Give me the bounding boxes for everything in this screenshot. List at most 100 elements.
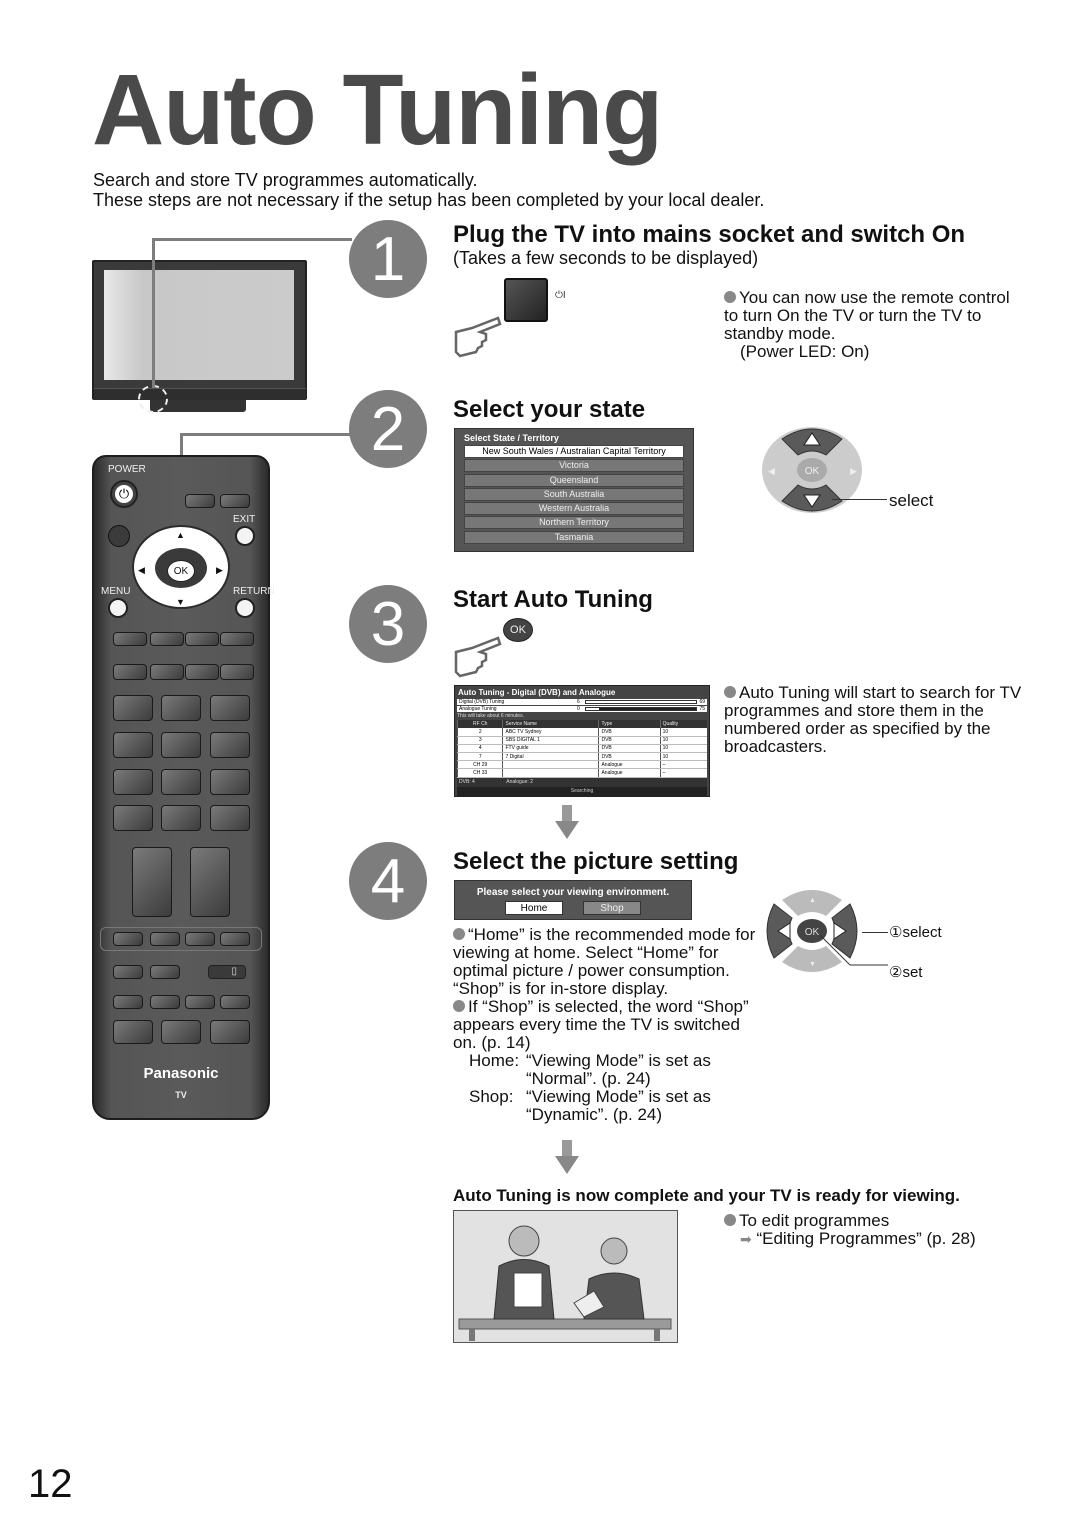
step-3-badge: 3 [349, 585, 427, 663]
analogue-count: Analogue: 2 [506, 778, 533, 785]
channel-cell [502, 768, 599, 778]
power-button[interactable]: ⏻ [110, 480, 138, 508]
dpad-ok-label: OK [805, 466, 820, 477]
remote-button[interactable] [161, 695, 201, 721]
shop-option[interactable]: Shop [583, 901, 641, 915]
remote-button[interactable] [113, 732, 153, 758]
remote-button[interactable] [185, 932, 215, 946]
intro-line-2: These steps are not necessary if the set… [93, 190, 765, 210]
remote-button[interactable] [113, 965, 143, 979]
remote-button[interactable] [150, 664, 184, 680]
dpad-down-arrow-icon[interactable]: ▼ [176, 597, 185, 607]
input-toggle-button[interactable]: ▯ [208, 965, 246, 979]
remote-button[interactable] [210, 805, 250, 831]
power-symbol-label: ⏻I [555, 290, 566, 301]
remote-button[interactable] [132, 847, 172, 917]
remote-button[interactable] [113, 695, 153, 721]
pointing-hand-icon [454, 316, 502, 358]
remote-round-button[interactable] [108, 525, 130, 547]
state-option[interactable]: Victoria [464, 459, 684, 473]
remote-button[interactable] [220, 995, 250, 1009]
remote-button[interactable] [150, 995, 180, 1009]
channel-cell: – [659, 768, 707, 778]
down-arrow-icon [555, 805, 579, 839]
ok-button[interactable]: OK [503, 618, 533, 642]
channel-row: CH 33 Analogue – [456, 768, 707, 778]
dpad-left-arrow-icon[interactable]: ◀ [138, 565, 145, 576]
exit-button[interactable] [235, 526, 255, 546]
digital-start: 6 [577, 699, 580, 705]
remote-button[interactable] [161, 805, 201, 831]
remote-button[interactable] [150, 965, 180, 979]
arrow-right-icon: ➡ [740, 1231, 752, 1247]
remote-button[interactable] [161, 1020, 201, 1044]
final-note-text: To edit programmes [739, 1211, 890, 1230]
menu-button[interactable] [108, 598, 128, 618]
power-icon: ⏻ [115, 485, 133, 503]
remote-button[interactable] [113, 632, 147, 646]
editing-programmes-link[interactable]: “Editing Programmes” (p. 28) [756, 1229, 975, 1248]
leader-line-step1 [152, 238, 352, 241]
channel-cell: 3 [456, 736, 503, 745]
remote-button[interactable] [113, 769, 153, 795]
remote-button[interactable] [210, 769, 250, 795]
remote-button[interactable] [113, 995, 143, 1009]
remote-button[interactable] [161, 732, 201, 758]
remote-button[interactable] [185, 995, 215, 1009]
tv-screen [104, 270, 294, 380]
channel-row: 2 ABC TV Sydney DVB 10 [456, 728, 707, 737]
remote-button[interactable] [210, 732, 250, 758]
remote-ok-button[interactable]: OK [167, 560, 195, 582]
bullet-icon [724, 1214, 736, 1226]
remote-button[interactable] [220, 664, 254, 680]
remote-button[interactable] [185, 494, 215, 508]
remote-button[interactable] [220, 494, 250, 508]
return-button[interactable] [235, 598, 255, 618]
column-header: Service Name [502, 720, 599, 728]
leader-line-step2 [180, 433, 352, 436]
viewing-environment-panel: Please select your viewing environment. … [454, 880, 692, 920]
dpad-diagram-step2: OK ◀ ▶ [762, 427, 862, 513]
state-panel-title: Select State / Territory [464, 433, 559, 443]
power-label: POWER [108, 464, 146, 475]
state-option[interactable]: Northern Territory [464, 516, 684, 530]
digital-end: 69 [699, 699, 705, 705]
completion-heading: Auto Tuning is now complete and your TV … [453, 1186, 960, 1205]
state-option[interactable]: Western Australia [464, 502, 684, 516]
tv-bezel-bottom [94, 388, 306, 400]
remote-button[interactable] [150, 932, 180, 946]
remote-button[interactable] [220, 932, 250, 946]
remote-button[interactable] [113, 932, 143, 946]
remote-button[interactable] [150, 632, 184, 646]
remote-button[interactable] [161, 769, 201, 795]
state-option[interactable]: New South Wales / Australian Capital Ter… [464, 445, 684, 458]
home-option[interactable]: Home [505, 901, 563, 915]
remote-button[interactable] [113, 1020, 153, 1044]
set-callout: ②set [889, 964, 923, 981]
remote-button[interactable] [210, 695, 250, 721]
dpad-up-arrow-icon[interactable]: ▲ [176, 530, 185, 540]
select-callout: ①select [889, 924, 942, 941]
remote-button[interactable] [190, 847, 230, 917]
remote-button[interactable] [113, 664, 147, 680]
state-option[interactable]: Tasmania [464, 530, 684, 544]
step-2-heading: Select your state [453, 396, 646, 423]
channel-cell: Analogue [598, 760, 661, 770]
channel-row: CH 29 Analogue – [456, 760, 707, 770]
channel-cell: DVB [598, 728, 661, 737]
remote-button[interactable] [220, 632, 254, 646]
remote-button[interactable] [185, 664, 219, 680]
remote-button[interactable] [210, 1020, 250, 1044]
analogue-end: 75 [699, 706, 705, 712]
bullet-icon [724, 291, 736, 303]
channel-cell: DVB [598, 744, 661, 754]
dpad-right-arrow-icon[interactable]: ▶ [216, 565, 223, 576]
remote-button[interactable] [113, 805, 153, 831]
channel-cell: 10 [659, 744, 707, 754]
state-option[interactable]: Queensland [464, 473, 684, 487]
state-option[interactable]: South Australia [464, 487, 684, 501]
exit-label: EXIT [233, 514, 256, 525]
tv-power-key[interactable] [504, 278, 548, 322]
remote-button[interactable] [185, 632, 219, 646]
mode-shop-text: “Viewing Mode” is set as “Dynamic”. (p. 2… [526, 1087, 711, 1124]
